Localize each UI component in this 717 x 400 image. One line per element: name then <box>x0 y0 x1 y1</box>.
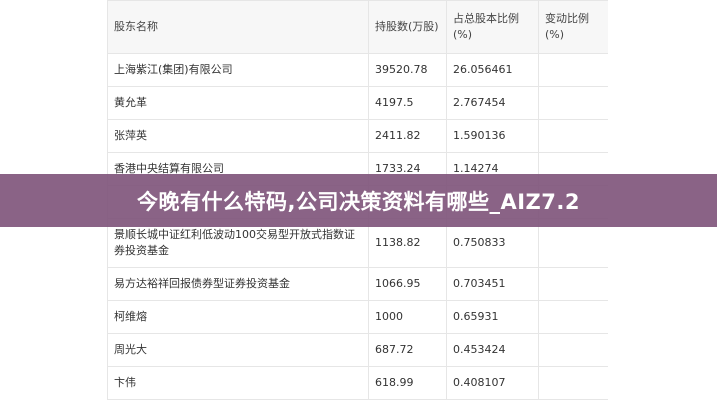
cell-change <box>538 53 608 87</box>
cell-name: 张萍英 <box>107 119 369 153</box>
cell-shares: 1066.95 <box>368 267 447 301</box>
cell-ratio: 0.408107 <box>446 366 539 400</box>
cell-shares: 1000 <box>368 300 447 334</box>
cell-ratio: 1.590136 <box>446 119 539 153</box>
cell-change <box>538 333 608 367</box>
cell-name: 周光大 <box>107 333 369 367</box>
table-row: 卞伟 618.99 0.408107 <box>107 366 608 400</box>
table-row: 黄允革 4197.5 2.767454 <box>107 86 608 120</box>
cell-name: 卞伟 <box>107 366 369 400</box>
cell-ratio: 0.703451 <box>446 267 539 301</box>
cell-change <box>538 300 608 334</box>
cell-name: 柯维熔 <box>107 300 369 334</box>
cell-shares: 2411.82 <box>368 119 447 153</box>
header-shareholder-name: 股东名称 <box>107 0 369 54</box>
table-row: 张萍英 2411.82 1.590136 <box>107 119 608 153</box>
cell-change <box>538 119 608 153</box>
table-row: 上海紫江(集团)有限公司 39520.78 26.056461 <box>107 53 608 87</box>
cell-change <box>538 267 608 301</box>
cell-name: 易方达裕祥回报债券型证券投资基金 <box>107 267 369 301</box>
table-row: 柯维熔 1000 0.65931 <box>107 300 608 334</box>
cell-change <box>538 86 608 120</box>
header-change: 变动比例(%) <box>538 0 608 54</box>
header-ratio: 占总股本比例(%) <box>446 0 539 54</box>
cell-change <box>538 366 608 400</box>
banner-title: 今晚有什么特码,公司决策资料有哪些_AIZ7.2 <box>137 189 580 214</box>
cell-ratio: 0.453424 <box>446 333 539 367</box>
table-header-row: 股东名称 持股数(万股) 占总股本比例(%) 变动比例(%) <box>107 0 608 54</box>
title-banner: 今晚有什么特码,公司决策资料有哪些_AIZ7.2 <box>0 174 717 227</box>
cell-ratio: 26.056461 <box>446 53 539 87</box>
cell-shares: 4197.5 <box>368 86 447 120</box>
cell-name: 黄允革 <box>107 86 369 120</box>
cell-shares: 39520.78 <box>368 53 447 87</box>
cell-shares: 687.72 <box>368 333 447 367</box>
table-row: 周光大 687.72 0.453424 <box>107 333 608 367</box>
cell-ratio: 0.65931 <box>446 300 539 334</box>
cell-shares: 618.99 <box>368 366 447 400</box>
cell-ratio: 2.767454 <box>446 86 539 120</box>
cell-name: 上海紫江(集团)有限公司 <box>107 53 369 87</box>
table-row: 易方达裕祥回报债券型证券投资基金 1066.95 0.703451 <box>107 267 608 301</box>
header-shares: 持股数(万股) <box>368 0 447 54</box>
